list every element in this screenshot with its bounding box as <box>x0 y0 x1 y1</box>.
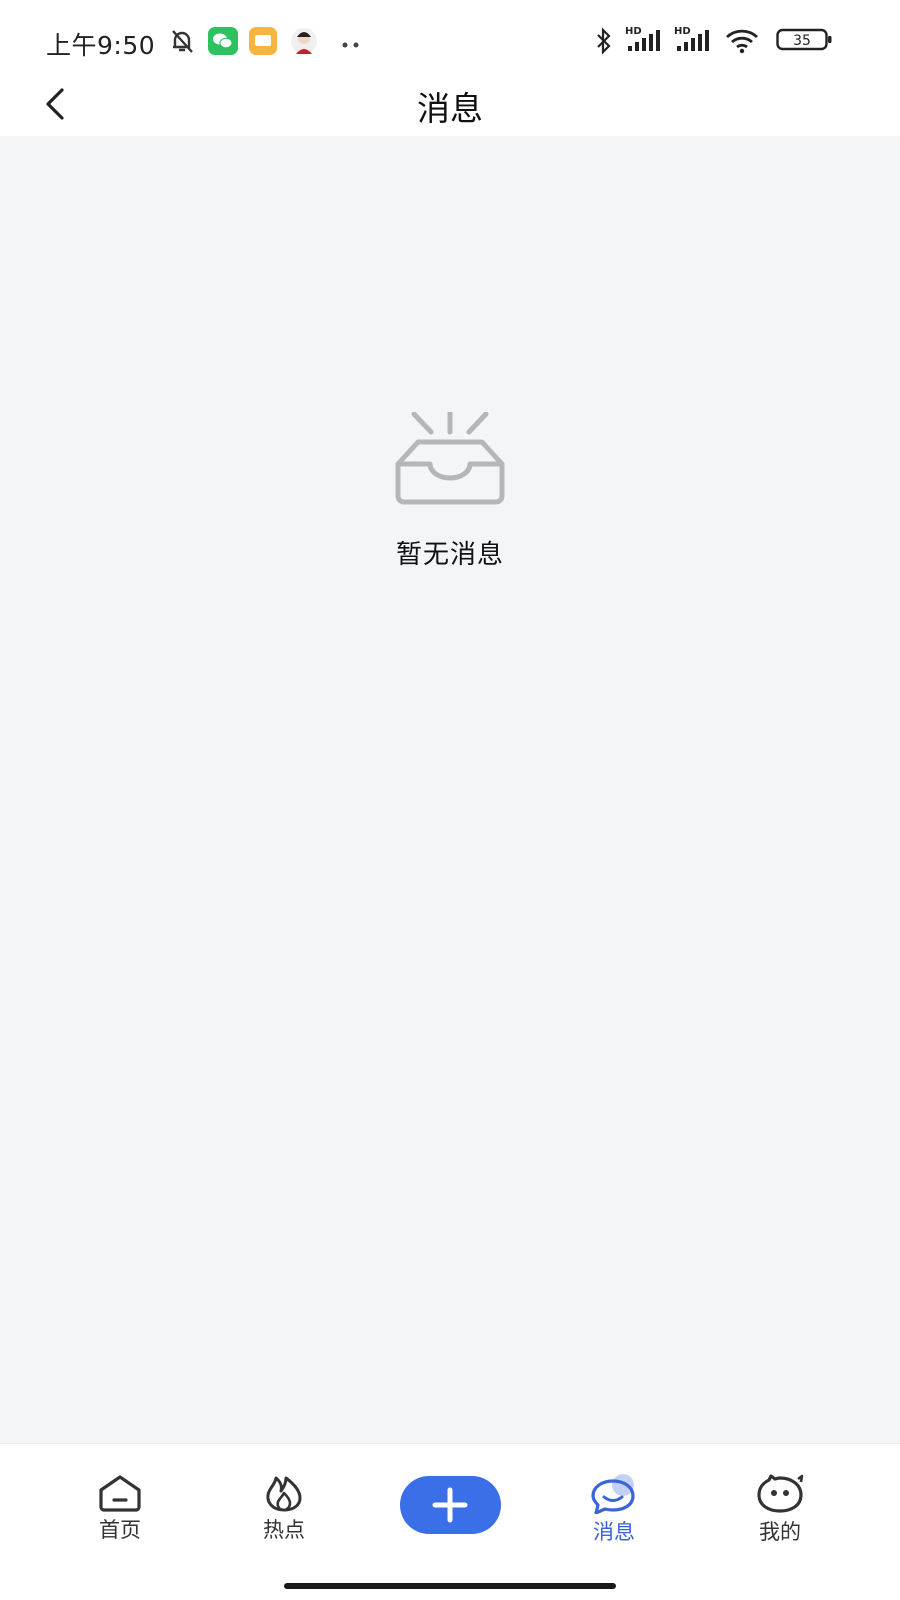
status-bar: 上午9:50 HD HD 35 <box>0 0 900 72</box>
tab-label: 消息 <box>593 1520 635 1544</box>
create-post-button[interactable] <box>400 1476 501 1534</box>
message-app-icon <box>249 27 277 59</box>
signal-hd-label: HD <box>674 26 691 37</box>
empty-state-text: 暂无消息 <box>395 540 504 570</box>
header: 消息 <box>0 72 900 136</box>
battery-level: 35 <box>793 33 811 49</box>
empty-inbox-icon <box>395 412 505 505</box>
flame-icon <box>266 1476 302 1512</box>
wifi-icon <box>724 27 762 59</box>
empty-state: 暂无消息 <box>0 412 900 571</box>
signal-hd-label: HD <box>625 26 642 37</box>
bluetooth-icon <box>594 27 614 59</box>
signal-icon: HD <box>673 24 715 58</box>
plus-icon <box>432 1487 468 1523</box>
tab-label: 我的 <box>759 1520 801 1544</box>
tab-profile[interactable]: 我的 <box>720 1474 840 1562</box>
home-icon <box>99 1475 141 1512</box>
battery-icon: 35 <box>776 27 834 57</box>
bottom-tab-bar: 首页 热点 消息 我的 <box>0 1444 900 1600</box>
more-notifications-icon <box>340 34 362 53</box>
wechat-icon <box>208 27 238 59</box>
chat-bubble-icon <box>591 1474 635 1514</box>
home-indicator[interactable] <box>284 1583 616 1589</box>
page-title: 消息 <box>417 89 483 128</box>
tab-label: 热点 <box>263 1518 305 1542</box>
status-time: 上午9:50 <box>46 31 156 60</box>
avatar-icon <box>290 27 318 59</box>
tab-messages[interactable]: 消息 <box>554 1474 674 1562</box>
tab-hot[interactable]: 热点 <box>224 1474 344 1562</box>
tab-label: 首页 <box>99 1518 141 1542</box>
smiley-face-icon <box>757 1474 804 1513</box>
tab-home[interactable]: 首页 <box>60 1474 180 1562</box>
bell-muted-icon <box>168 27 196 59</box>
signal-icon: HD <box>624 24 666 58</box>
